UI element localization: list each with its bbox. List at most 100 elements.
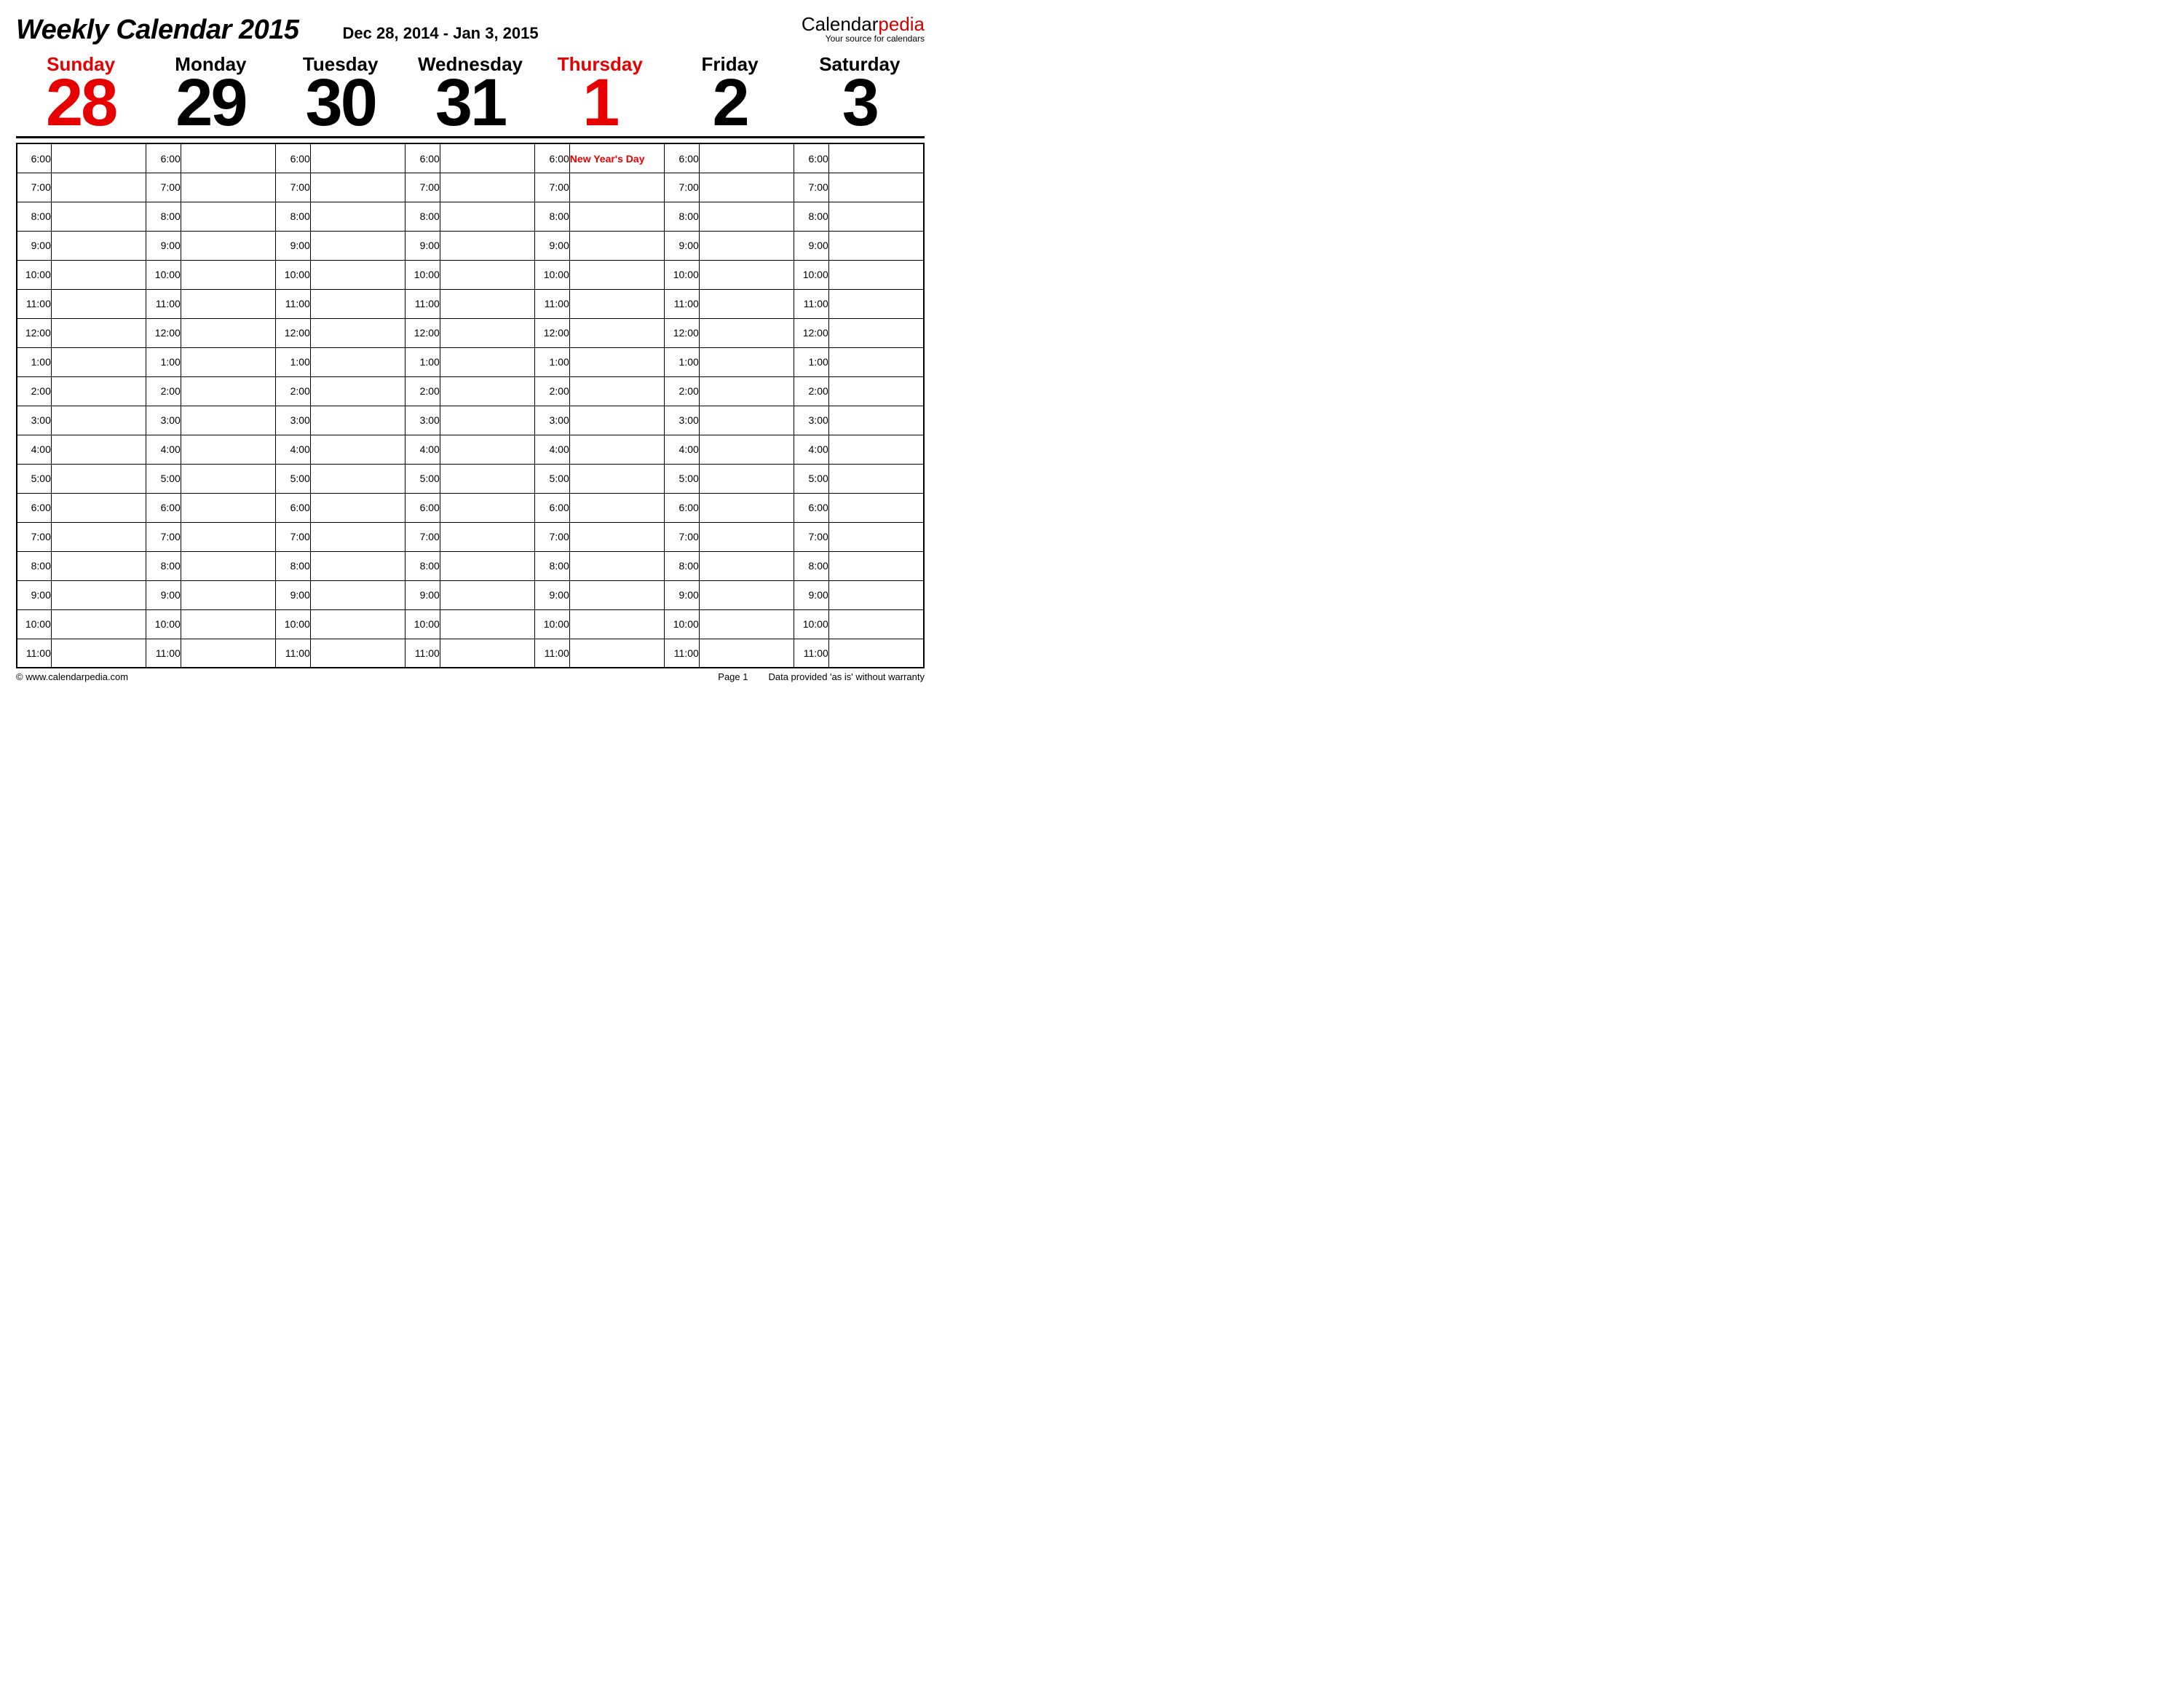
hour-slot[interactable] (828, 522, 924, 551)
hour-slot[interactable] (310, 464, 405, 493)
hour-slot[interactable] (569, 551, 665, 580)
hour-slot[interactable] (569, 639, 665, 668)
hour-slot[interactable] (569, 522, 665, 551)
hour-slot[interactable] (51, 406, 146, 435)
hour-slot[interactable] (440, 143, 535, 173)
hour-slot[interactable] (310, 609, 405, 639)
hour-slot[interactable] (440, 406, 535, 435)
hour-slot[interactable] (310, 289, 405, 318)
hour-slot[interactable] (51, 231, 146, 260)
hour-slot[interactable] (181, 231, 276, 260)
hour-slot[interactable] (828, 231, 924, 260)
hour-slot[interactable] (181, 435, 276, 464)
hour-slot[interactable]: New Year's Day (569, 143, 665, 173)
hour-slot[interactable] (569, 493, 665, 522)
hour-slot[interactable] (310, 260, 405, 289)
hour-slot[interactable] (828, 202, 924, 231)
hour-slot[interactable] (569, 435, 665, 464)
hour-slot[interactable] (310, 406, 405, 435)
hour-slot[interactable] (310, 202, 405, 231)
hour-slot[interactable] (569, 464, 665, 493)
hour-slot[interactable] (699, 376, 794, 406)
hour-slot[interactable] (828, 464, 924, 493)
hour-slot[interactable] (440, 464, 535, 493)
hour-slot[interactable] (51, 376, 146, 406)
hour-slot[interactable] (569, 376, 665, 406)
hour-slot[interactable] (828, 406, 924, 435)
hour-slot[interactable] (310, 580, 405, 609)
hour-slot[interactable] (699, 202, 794, 231)
hour-slot[interactable] (440, 609, 535, 639)
hour-slot[interactable] (569, 318, 665, 347)
hour-slot[interactable] (828, 639, 924, 668)
hour-slot[interactable] (51, 318, 146, 347)
hour-slot[interactable] (181, 639, 276, 668)
hour-slot[interactable] (310, 173, 405, 202)
hour-slot[interactable] (828, 173, 924, 202)
hour-slot[interactable] (310, 639, 405, 668)
hour-slot[interactable] (310, 493, 405, 522)
hour-slot[interactable] (181, 347, 276, 376)
hour-slot[interactable] (440, 173, 535, 202)
hour-slot[interactable] (440, 231, 535, 260)
hour-slot[interactable] (699, 318, 794, 347)
hour-slot[interactable] (699, 609, 794, 639)
hour-slot[interactable] (569, 231, 665, 260)
hour-slot[interactable] (699, 260, 794, 289)
hour-slot[interactable] (440, 493, 535, 522)
hour-slot[interactable] (181, 551, 276, 580)
hour-slot[interactable] (181, 289, 276, 318)
hour-slot[interactable] (440, 639, 535, 668)
hour-slot[interactable] (181, 522, 276, 551)
hour-slot[interactable] (828, 609, 924, 639)
hour-slot[interactable] (181, 464, 276, 493)
hour-slot[interactable] (828, 260, 924, 289)
hour-slot[interactable] (181, 580, 276, 609)
hour-slot[interactable] (569, 260, 665, 289)
hour-slot[interactable] (699, 522, 794, 551)
hour-slot[interactable] (51, 639, 146, 668)
hour-slot[interactable] (440, 202, 535, 231)
hour-slot[interactable] (440, 580, 535, 609)
hour-slot[interactable] (51, 580, 146, 609)
hour-slot[interactable] (440, 260, 535, 289)
hour-slot[interactable] (569, 609, 665, 639)
hour-slot[interactable] (569, 173, 665, 202)
hour-slot[interactable] (569, 406, 665, 435)
hour-slot[interactable] (828, 435, 924, 464)
hour-slot[interactable] (828, 551, 924, 580)
hour-slot[interactable] (181, 173, 276, 202)
hour-slot[interactable] (828, 347, 924, 376)
hour-slot[interactable] (51, 260, 146, 289)
hour-slot[interactable] (181, 260, 276, 289)
hour-slot[interactable] (51, 347, 146, 376)
hour-slot[interactable] (310, 318, 405, 347)
hour-slot[interactable] (828, 376, 924, 406)
hour-slot[interactable] (181, 143, 276, 173)
hour-slot[interactable] (699, 231, 794, 260)
hour-slot[interactable] (699, 435, 794, 464)
hour-slot[interactable] (569, 347, 665, 376)
hour-slot[interactable] (440, 551, 535, 580)
hour-slot[interactable] (569, 202, 665, 231)
hour-slot[interactable] (51, 202, 146, 231)
hour-slot[interactable] (699, 143, 794, 173)
hour-slot[interactable] (51, 464, 146, 493)
hour-slot[interactable] (569, 580, 665, 609)
hour-slot[interactable] (828, 318, 924, 347)
hour-slot[interactable] (51, 609, 146, 639)
hour-slot[interactable] (310, 435, 405, 464)
hour-slot[interactable] (699, 289, 794, 318)
hour-slot[interactable] (51, 289, 146, 318)
hour-slot[interactable] (440, 289, 535, 318)
hour-slot[interactable] (828, 143, 924, 173)
hour-slot[interactable] (51, 493, 146, 522)
hour-slot[interactable] (699, 580, 794, 609)
hour-slot[interactable] (699, 347, 794, 376)
hour-slot[interactable] (310, 522, 405, 551)
hour-slot[interactable] (569, 289, 665, 318)
hour-slot[interactable] (440, 435, 535, 464)
hour-slot[interactable] (51, 143, 146, 173)
hour-slot[interactable] (440, 347, 535, 376)
hour-slot[interactable] (310, 376, 405, 406)
